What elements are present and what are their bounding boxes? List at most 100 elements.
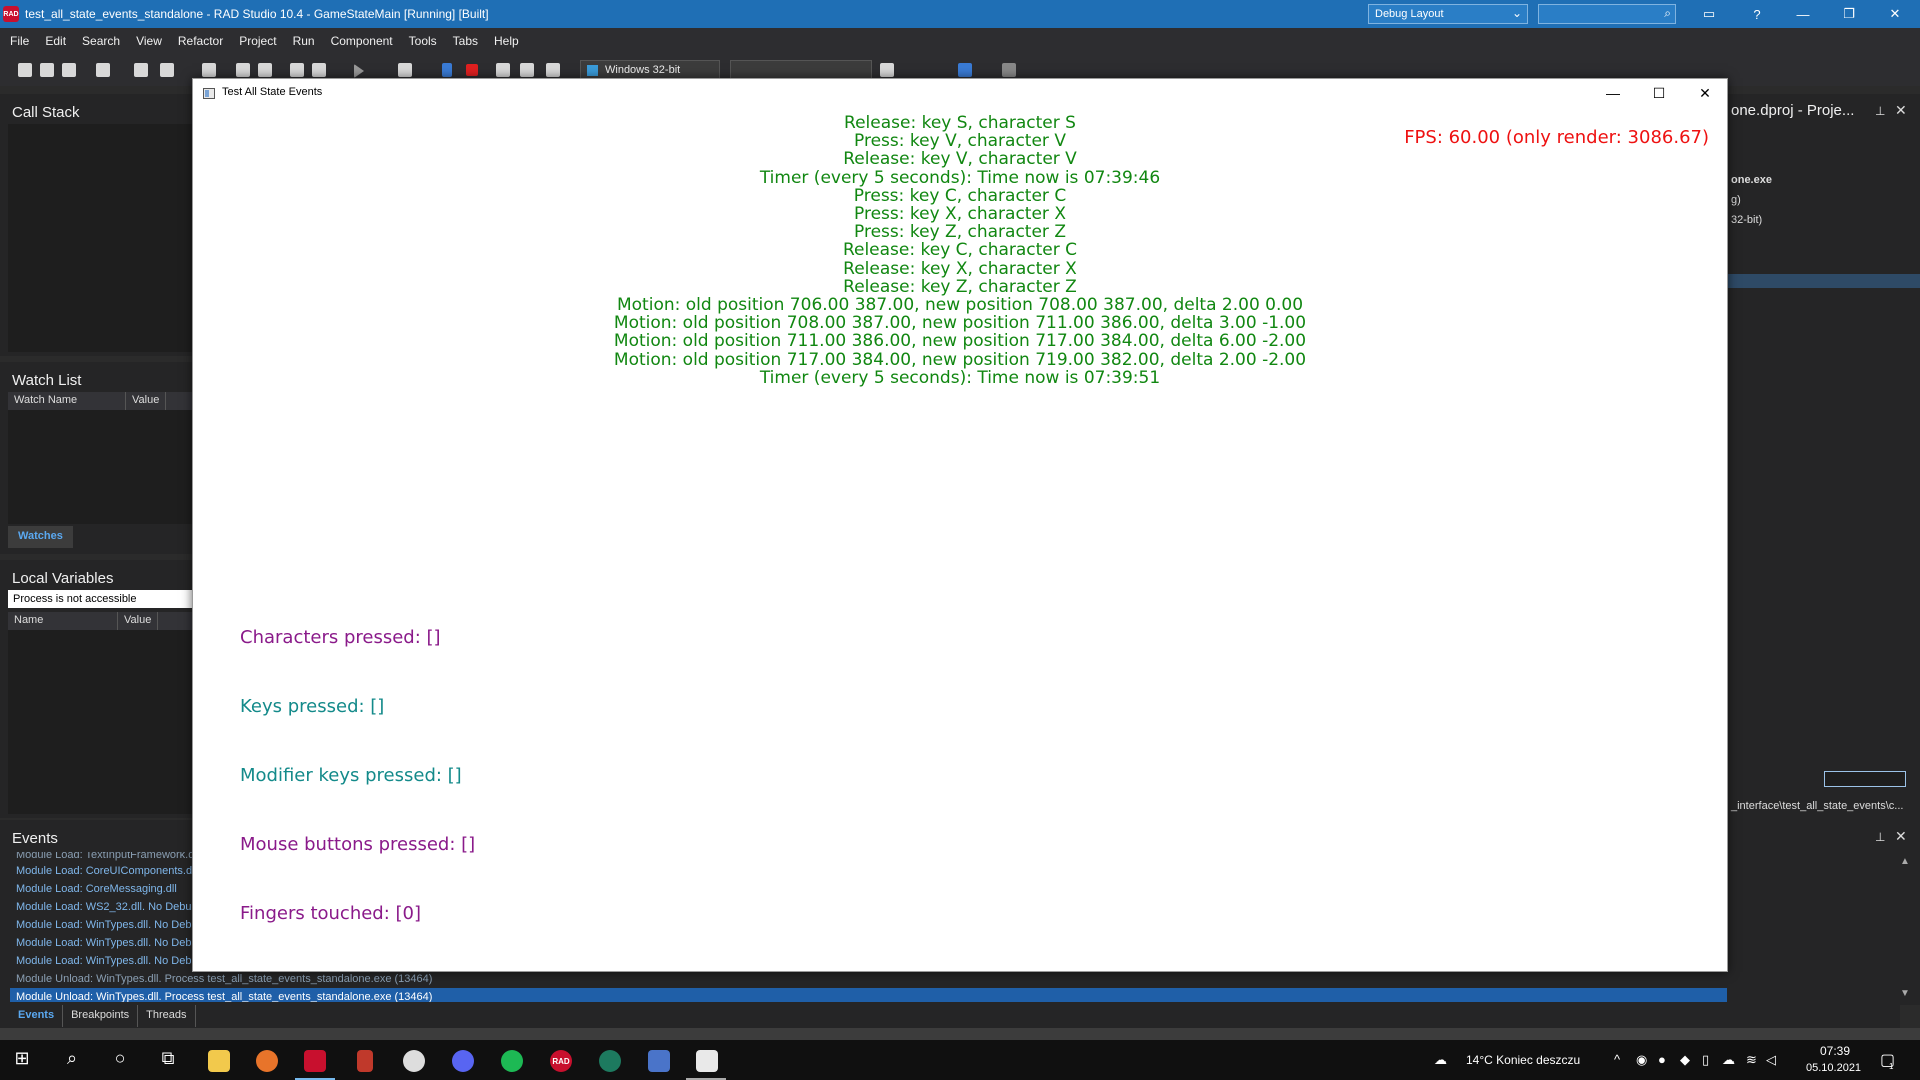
scroll-up-icon[interactable]: ▲ [1900, 856, 1910, 867]
forward-arrow-icon[interactable] [1002, 63, 1016, 77]
delete-icon[interactable] [312, 63, 326, 77]
menu-project[interactable]: Project [239, 34, 276, 48]
menu-run[interactable]: Run [293, 34, 315, 48]
step-out-icon[interactable] [546, 63, 560, 77]
save-icon[interactable] [40, 63, 54, 77]
menu-tools[interactable]: Tools [409, 34, 437, 48]
chevron-up-icon[interactable]: ^ [1614, 1052, 1620, 1067]
app-minimize-button[interactable]: — [1590, 79, 1636, 107]
run-without-debug-icon[interactable] [398, 63, 412, 77]
pin-icon[interactable]: ⊥ [1875, 830, 1885, 844]
event-row[interactable]: Module Unload: WinTypes.dll. Process tes… [10, 970, 1890, 988]
app-titlebar[interactable]: Test All State Events — ☐ ✕ [193, 79, 1727, 107]
wifi-icon[interactable]: ≋ [1746, 1052, 1757, 1068]
local-name-column[interactable]: Name [8, 612, 118, 630]
volume-icon[interactable]: ◁ [1766, 1052, 1776, 1068]
tab-watches[interactable]: Watches [8, 526, 73, 548]
delphi-icon[interactable] [304, 1050, 326, 1072]
menu-tabs[interactable]: Tabs [453, 34, 478, 48]
krita-icon[interactable] [599, 1050, 621, 1072]
ide-titlebar: RAD test_all_state_events_standalone - R… [0, 0, 1920, 28]
run-icon[interactable] [354, 64, 364, 78]
back-arrow-icon[interactable] [958, 63, 972, 77]
pause-icon[interactable] [442, 63, 452, 77]
menu-file[interactable]: File [10, 34, 29, 48]
discord-icon[interactable] [452, 1050, 474, 1072]
app-close-button[interactable]: ✕ [1682, 79, 1728, 107]
device-icon[interactable] [880, 63, 894, 77]
menu-component[interactable]: Component [331, 34, 393, 48]
new-file-icon[interactable] [18, 63, 32, 77]
close-icon: ✕ [1889, 6, 1901, 21]
project-item-exe[interactable]: one.exe [1731, 174, 1772, 186]
start-windows-icon[interactable]: ⊞ [10, 1048, 34, 1069]
save-project-icon[interactable] [202, 63, 216, 77]
watch-value-column[interactable]: Value [126, 392, 167, 410]
tab-threads[interactable]: Threads [138, 1005, 196, 1027]
step-over-icon[interactable] [496, 63, 510, 77]
clock-time[interactable]: 07:39 [1820, 1044, 1850, 1058]
test-app-icon[interactable] [696, 1050, 718, 1072]
test-app-window[interactable]: Test All State Events — ☐ ✕ FPS: 60.00 (… [192, 78, 1728, 972]
inkscape-icon[interactable] [403, 1050, 425, 1072]
local-value-column[interactable]: Value [118, 612, 159, 630]
new-project-icon[interactable] [134, 63, 148, 77]
tab-breakpoints[interactable]: Breakpoints [63, 1005, 139, 1027]
ide-search-input[interactable]: ⌕ [1538, 4, 1676, 24]
ide-restore-button[interactable]: ❐ [1826, 0, 1872, 28]
event-row-selected[interactable]: Module Unload: WinTypes.dll. Process tes… [10, 988, 1890, 1002]
layout-switch-button[interactable]: ▭ [1686, 0, 1732, 28]
modifier-keys-pressed-label: Modifier keys pressed: [] [240, 765, 462, 786]
onedrive-icon[interactable]: ☁ [1722, 1052, 1735, 1068]
close-panel-icon[interactable]: ✕ [1895, 102, 1907, 119]
dropbox-tray-icon[interactable]: ◆ [1680, 1052, 1690, 1068]
project-item-platform[interactable]: 32-bit) [1731, 214, 1762, 226]
firefox-icon[interactable] [256, 1050, 278, 1072]
config-select[interactable] [730, 60, 872, 80]
battery-icon[interactable]: ▯ [1702, 1052, 1709, 1068]
platform-select[interactable]: Windows 32-bit [580, 60, 720, 80]
tab-events[interactable]: Events [10, 1005, 64, 1027]
rad-studio-icon[interactable]: RAD [550, 1050, 572, 1072]
weather-cloud-icon[interactable]: ☁ [1434, 1052, 1447, 1068]
menu-help[interactable]: Help [494, 34, 519, 48]
scroll-down-icon[interactable]: ▼ [1900, 988, 1910, 999]
add-file-icon[interactable] [236, 63, 250, 77]
joystick-icon[interactable] [357, 1050, 373, 1072]
search-icon[interactable]: ⌕ [60, 1048, 84, 1069]
watch-name-column[interactable]: Watch Name [8, 392, 126, 410]
help-button[interactable]: ? [1734, 0, 1780, 28]
clock-date[interactable]: 05.10.2021 [1806, 1062, 1861, 1074]
step-into-icon[interactable] [520, 63, 534, 77]
save-all-icon[interactable] [62, 63, 76, 77]
pin-icon[interactable]: ⊥ [1875, 104, 1885, 118]
close-panel-icon[interactable]: ✕ [1895, 828, 1907, 845]
menu-refactor[interactable]: Refactor [178, 34, 223, 48]
call-stack-list[interactable] [8, 124, 192, 352]
menu-search[interactable]: Search [82, 34, 120, 48]
menu-view[interactable]: View [136, 34, 162, 48]
local-variables-body[interactable] [8, 630, 192, 814]
ide-minimize-button[interactable]: — [1780, 0, 1826, 28]
spotify-tray-icon[interactable]: ● [1658, 1052, 1666, 1067]
project-item-config[interactable]: g) [1731, 194, 1741, 206]
close-file-icon[interactable] [96, 63, 110, 77]
app-maximize-button[interactable]: ☐ [1636, 79, 1682, 107]
discord-tray-icon[interactable]: ◉ [1636, 1052, 1647, 1068]
spotify-icon[interactable] [501, 1050, 523, 1072]
stop-icon[interactable] [466, 64, 478, 76]
menu-edit[interactable]: Edit [45, 34, 66, 48]
remove-file-icon[interactable] [258, 63, 272, 77]
weather-text[interactable]: 14°C Koniec deszczu [1466, 1053, 1580, 1067]
watch-list-body[interactable] [8, 410, 192, 524]
project-item-selected[interactable] [1727, 274, 1920, 288]
open-project-icon[interactable] [160, 63, 174, 77]
ide-close-button[interactable]: ✕ [1872, 0, 1918, 28]
file-explorer-icon[interactable] [208, 1050, 230, 1072]
cortana-icon[interactable]: ○ [108, 1048, 132, 1069]
open-folder-icon[interactable] [290, 63, 304, 77]
task-view-icon[interactable]: ⧉ [156, 1048, 180, 1069]
gear-app-icon[interactable] [648, 1050, 670, 1072]
project-filter-input[interactable] [1824, 771, 1906, 787]
layout-select[interactable]: Debug Layout ⌄ [1368, 4, 1528, 24]
